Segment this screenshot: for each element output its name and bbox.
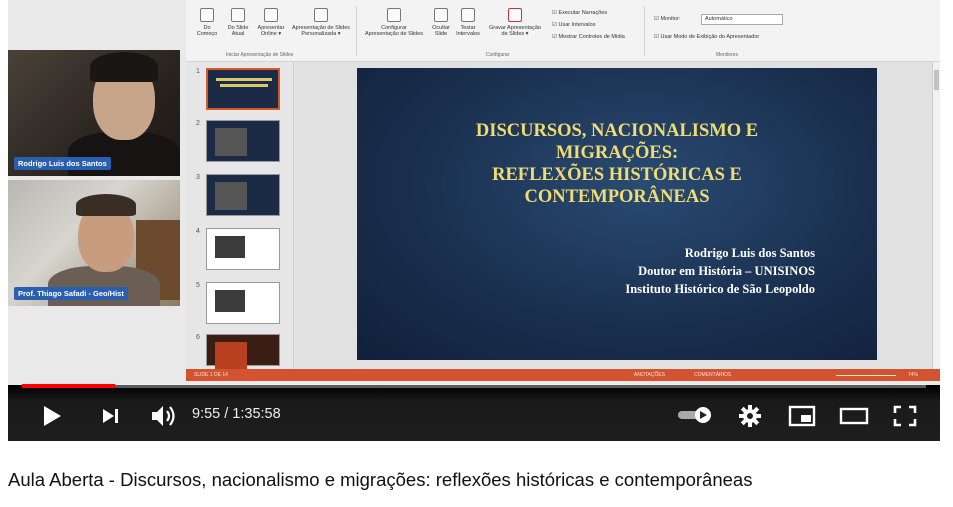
- slide-title-line: CONTEMPORÂNEAS: [524, 187, 710, 207]
- slide-number: 3: [196, 174, 200, 181]
- slideshow-current-icon: [231, 8, 245, 22]
- thumbnail-image: [206, 120, 280, 162]
- slide-number: 1: [196, 68, 200, 75]
- volume-icon: [152, 406, 175, 426]
- next-button[interactable]: [98, 404, 124, 428]
- thumbnail-image: [206, 174, 280, 216]
- button-label: Atual: [231, 31, 245, 37]
- ribbon-separator: [356, 6, 357, 56]
- thumbnail-image: [206, 282, 280, 324]
- hide-slide-icon: [434, 8, 448, 22]
- slide-number: 4: [196, 228, 200, 235]
- webcam-participant-2: Prof. Thiago Safadi - Geo/Hist: [8, 180, 180, 306]
- thumbnail-image: [206, 334, 280, 370]
- status-bar: SLIDE 1 DE 14 ANOTAÇÕES COMENTÁRIOS 74%: [186, 369, 940, 381]
- autoplay-toggle[interactable]: [676, 404, 716, 426]
- monitor-label: Monitor:: [654, 16, 680, 22]
- ribbon-group-label: Configurar: [486, 52, 510, 58]
- slideshow-start-icon: [200, 8, 214, 22]
- button-label: Apresentação de Slides: [364, 31, 424, 37]
- slide-title-line: DISCURSOS, NACIONALISMO E: [475, 121, 759, 141]
- record-slideshow-button[interactable]: Gravar Apresentação de Slides ▾: [484, 8, 546, 37]
- autoplay-toggle-icon: [678, 407, 711, 423]
- theater-icon: [839, 407, 869, 425]
- slide-author-institution: Instituto Histórico de São Leopoldo: [625, 282, 815, 296]
- vertical-scrollbar[interactable]: [932, 62, 940, 369]
- volume-button[interactable]: [148, 402, 180, 430]
- slide-thumbnail-panel: 1 2 3 4 5 6: [186, 62, 294, 370]
- show-media-controls-checkbox[interactable]: Mostrar Controles de Mídia: [552, 34, 624, 40]
- video-player[interactable]: Rodrigo Luis dos Santos Prof. Thiago Saf…: [8, 0, 940, 441]
- setup-slideshow-icon: [387, 8, 401, 22]
- button-label: Online ▾: [260, 31, 282, 37]
- thumbnail-image: [206, 68, 280, 110]
- play-icon: [44, 406, 61, 426]
- comments-button[interactable]: COMENTÁRIOS: [694, 372, 731, 378]
- slide-number: 5: [196, 282, 200, 289]
- next-icon: [103, 409, 118, 423]
- video-title: Aula Aberta - Discursos, nacionalismo e …: [8, 469, 753, 490]
- fullscreen-button[interactable]: [890, 402, 920, 430]
- slide-count: SLIDE 1 DE 14: [194, 372, 228, 378]
- participant-name-label: Rodrigo Luis dos Santos: [14, 157, 111, 170]
- person-body: [48, 266, 160, 306]
- presenter-view-checkbox[interactable]: Usar Modo de Exibição do Apresentador: [654, 34, 759, 40]
- monitor-select[interactable]: Automático: [701, 14, 783, 25]
- rehearse-timings-icon: [461, 8, 475, 22]
- person-hair: [90, 52, 158, 82]
- button-label: de Slides ▾: [501, 31, 529, 37]
- custom-slideshow-button[interactable]: Apresentação de Slides Personalizada ▾: [288, 8, 354, 37]
- person-hair: [76, 194, 136, 216]
- present-online-button[interactable]: Apresentar Online ▾: [254, 8, 288, 37]
- custom-slideshow-icon: [314, 8, 328, 22]
- button-label: Intervalos: [456, 31, 480, 37]
- video-frame[interactable]: Rodrigo Luis dos Santos Prof. Thiago Saf…: [8, 0, 940, 385]
- zoom-level: 74%: [908, 372, 919, 378]
- participant-name-label: Prof. Thiago Safadi - Geo/Hist: [14, 287, 128, 300]
- present-online-icon: [264, 8, 278, 22]
- thumbnail-image: [206, 228, 280, 270]
- slide-author-degree: Doutor em História – UNISINOS: [638, 264, 815, 278]
- presentation-ribbon: Do Começo Do Slide Atual Apresentar Onli…: [186, 0, 940, 62]
- button-label: Começo: [196, 31, 218, 37]
- slide-title-line: MIGRAÇÕES:: [555, 143, 679, 163]
- from-beginning-button[interactable]: Do Começo: [192, 8, 222, 37]
- use-timings-checkbox[interactable]: Usar Intervalos: [552, 22, 595, 28]
- ribbon-group-label: Iniciar Apresentação de Slides: [226, 52, 294, 58]
- settings-button[interactable]: [736, 402, 764, 430]
- zoom-slider[interactable]: [836, 375, 896, 376]
- rehearse-timings-button[interactable]: Testar Intervalos: [454, 8, 482, 37]
- time-display: 9:55 / 1:35:58: [192, 406, 281, 422]
- record-icon: [508, 8, 522, 22]
- webcam-participant-1: Rodrigo Luis dos Santos: [8, 50, 180, 176]
- slide-title-line: REFLEXÕES HISTÓRICAS E: [492, 165, 742, 185]
- hide-slide-button[interactable]: Ocultar Slide: [430, 8, 452, 37]
- slide-number: 2: [196, 120, 200, 127]
- fullscreen-icon: [893, 405, 917, 427]
- notes-button[interactable]: ANOTAÇÕES: [634, 372, 665, 378]
- slide-editor: DISCURSOS, NACIONALISMO E MIGRAÇÕES: REF…: [295, 62, 940, 369]
- setup-slideshow-button[interactable]: Configurar Apresentação de Slides: [358, 8, 430, 37]
- ribbon-separator: [644, 6, 645, 56]
- progress-fill: [22, 384, 116, 388]
- slide-author-name: Rodrigo Luis dos Santos: [684, 246, 815, 260]
- theater-mode-button[interactable]: [836, 402, 872, 430]
- current-slide[interactable]: DISCURSOS, NACIONALISMO E MIGRAÇÕES: REF…: [357, 68, 877, 360]
- ribbon-group-label: Monitores: [716, 52, 738, 58]
- progress-bar[interactable]: [22, 384, 926, 388]
- from-current-slide-button[interactable]: Do Slide Atual: [222, 8, 254, 37]
- play-button[interactable]: [38, 402, 66, 430]
- slide-number: 6: [196, 334, 200, 341]
- miniplayer-button[interactable]: [786, 402, 818, 430]
- miniplayer-icon: [788, 405, 816, 427]
- slide-title: DISCURSOS, NACIONALISMO E MIGRAÇÕES: REF…: [357, 120, 877, 208]
- button-label: Personalizada ▾: [301, 31, 341, 37]
- settings-icon: [739, 405, 761, 427]
- play-narrations-checkbox[interactable]: Executar Narrações: [552, 10, 607, 16]
- button-label: Slide: [434, 31, 448, 37]
